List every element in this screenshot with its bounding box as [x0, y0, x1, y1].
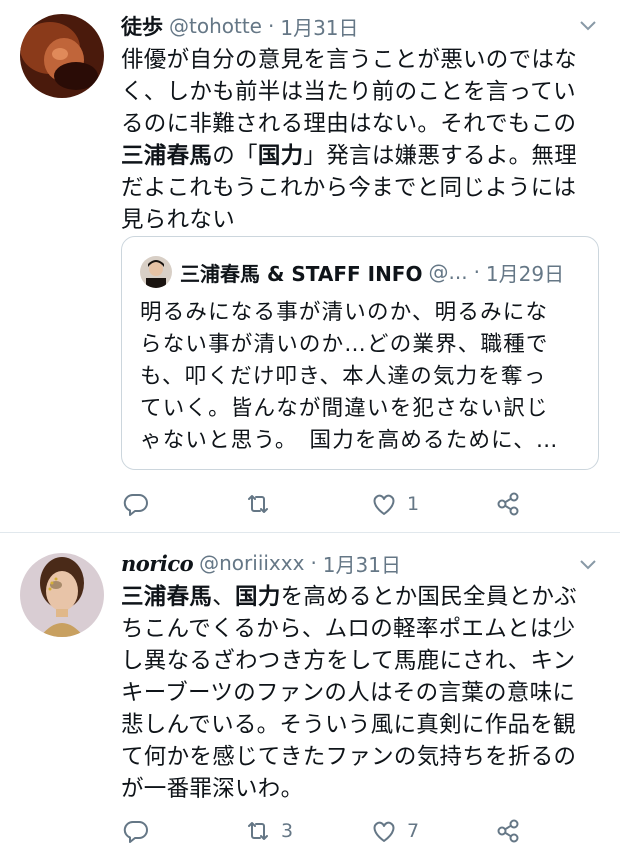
reply-icon	[123, 820, 148, 843]
text-segment: し異なるざわつき方をして馬鹿にされ、キン	[121, 648, 576, 674]
reply-icon	[123, 493, 148, 516]
quoted-date: 1月29日	[485, 261, 565, 286]
tweet-text-line: るのに非難される理由はない。それでもこの	[121, 108, 604, 140]
highlighted-term: 国力	[257, 143, 304, 169]
display-name[interactable]: 徒歩	[121, 11, 163, 41]
text-segment: キーブーツのファンの人はその言葉の意味に	[121, 680, 576, 706]
quoted-tweet[interactable]: 三浦春馬 & STAFF INFO @... · 1月29日 明るみになる事が清…	[121, 236, 599, 470]
text-segment: を高めるとか国民全員とかぶ	[280, 584, 578, 610]
tweet-text-line: だよこれもうこれから今までと同じようには	[121, 172, 604, 204]
text-segment: 悲しんでいる。そういう風に真剣に作品を観	[121, 712, 576, 738]
text-segment: ちこんでくるから、ムロの軽率ポエムとは少	[121, 616, 576, 642]
tweet-text: 三浦春馬、国力を高めるとか国民全員とかぶちこんでくるから、ムロの軽率ポエムとは少…	[121, 581, 604, 805]
tweet-date[interactable]: 1月31日	[280, 12, 358, 41]
tweet-header: norico @noriiixxx · 1月31日	[121, 547, 604, 579]
quoted-text-line: 明るみになる事が清いのか、明るみにな	[140, 300, 549, 325]
text-segment: 俳優が自分の意見を言うことが悪いのではな	[121, 47, 578, 73]
highlighted-term: 国力	[235, 584, 281, 610]
quoted-text-line: ていく。皆んなが間違いを犯さない訳じ	[140, 396, 549, 421]
text-segment: だよこれもうこれから今までと同じようには	[121, 175, 577, 201]
quoted-display-name: 三浦春馬 & STAFF INFO	[180, 261, 423, 286]
tweet-text-line: 俳優が自分の意見を言うことが悪いのではな	[121, 44, 604, 76]
quoted-text: 明るみになる事が清いのか、明るみにな らない事が清いのか…どの業界、職種で も、…	[140, 297, 584, 457]
tweet-text-line: て何かを感じてきたファンの気持ちを折るの	[121, 741, 604, 773]
tweet-text-line: 見られない	[121, 204, 604, 236]
like-button[interactable]: 7	[369, 816, 419, 846]
user-handle[interactable]: @tohotte	[169, 14, 262, 38]
chevron-down-icon[interactable]	[578, 16, 598, 36]
highlighted-term: 三浦春馬	[121, 143, 213, 169]
retweet-count: 3	[281, 820, 294, 842]
quoted-tweet-header: 三浦春馬 & STAFF INFO @... · 1月29日	[140, 255, 586, 289]
text-segment: て何かを感じてきたファンの気持ちを折るの	[121, 744, 577, 770]
tweet-text-line: 悲しんでいる。そういう風に真剣に作品を観	[121, 709, 604, 741]
retweet-icon	[248, 495, 268, 513]
like-button[interactable]: 1	[369, 489, 419, 519]
reply-button[interactable]	[121, 489, 159, 519]
tweet-text-line: キーブーツのファンの人はその言葉の意味に	[121, 677, 604, 709]
reply-button[interactable]	[121, 816, 159, 846]
retweet-button[interactable]: 3	[243, 816, 293, 846]
highlighted-term: 三浦春馬	[121, 584, 213, 610]
chevron-down-icon[interactable]	[578, 555, 598, 575]
text-segment: 」発言は嫌悪するよ。無理	[303, 143, 578, 169]
avatar[interactable]	[20, 553, 104, 637]
tweet-text-line: ちこんでくるから、ムロの軽率ポエムとは少	[121, 613, 604, 645]
separator-dot: ·	[267, 14, 275, 38]
quoted-handle: @...	[428, 260, 468, 284]
like-count: 1	[407, 493, 420, 515]
tweet-actions: 3 7	[121, 813, 541, 849]
quoted-text-line: も、叩くだけ叩き、本人達の気力を奪っ	[140, 364, 547, 389]
share-icon	[497, 492, 519, 516]
tweet[interactable]: 徒歩 @tohotte · 1月31日 俳優が自分の意見を言うことが悪いのではな…	[0, 0, 620, 533]
share-button[interactable]	[493, 816, 523, 846]
tweet-text: 俳優が自分の意見を言うことが悪いのではな く、しかも前半は当たり前のことを言ってい…	[121, 44, 604, 236]
heart-icon	[373, 494, 395, 515]
tweet-header: 徒歩 @tohotte · 1月31日	[121, 10, 604, 42]
avatar[interactable]	[20, 14, 104, 98]
tweet[interactable]: norico @noriiixxx · 1月31日 三浦春馬、国力を高めるとか国…	[0, 533, 620, 861]
quoted-avatar	[140, 256, 172, 288]
text-segment: が一番罪深いわ。	[121, 776, 304, 802]
retweet-button[interactable]	[243, 489, 281, 519]
share-button[interactable]	[493, 489, 523, 519]
tweet-actions: 1	[121, 486, 541, 522]
text-segment: の「	[212, 143, 258, 169]
display-name[interactable]: norico	[121, 551, 194, 576]
retweet-icon	[248, 822, 268, 840]
quoted-text-line: らない事が清いのか…どの業界、職種で	[140, 332, 549, 357]
tweet-date[interactable]: 1月31日	[323, 549, 401, 578]
quoted-text-line: ゃないと思う。 国力を高めるために、…	[140, 428, 559, 453]
tweet-text-line: し異なるざわつき方をして馬鹿にされ、キン	[121, 645, 604, 677]
text-segment: るのに非難される理由はない。それでもこの	[121, 111, 577, 137]
text-segment: く、しかも前半は当たり前のことを言ってい	[121, 79, 576, 105]
tweet-text-line: が一番罪深いわ。	[121, 773, 604, 805]
text-segment: 、	[212, 584, 236, 610]
text-segment: 見られない	[121, 207, 236, 233]
heart-icon	[373, 821, 395, 842]
user-handle[interactable]: @noriiixxx	[199, 551, 304, 575]
like-count: 7	[407, 820, 420, 842]
tweet-text-line: く、しかも前半は当たり前のことを言ってい	[121, 76, 604, 108]
separator-dot: ·	[310, 551, 317, 575]
share-icon	[497, 819, 519, 843]
tweet-text-line: 三浦春馬の「国力」発言は嫌悪するよ。無理	[121, 140, 604, 172]
separator-dot: ·	[473, 260, 480, 284]
tweet-text-line: 三浦春馬、国力を高めるとか国民全員とかぶ	[121, 581, 604, 613]
